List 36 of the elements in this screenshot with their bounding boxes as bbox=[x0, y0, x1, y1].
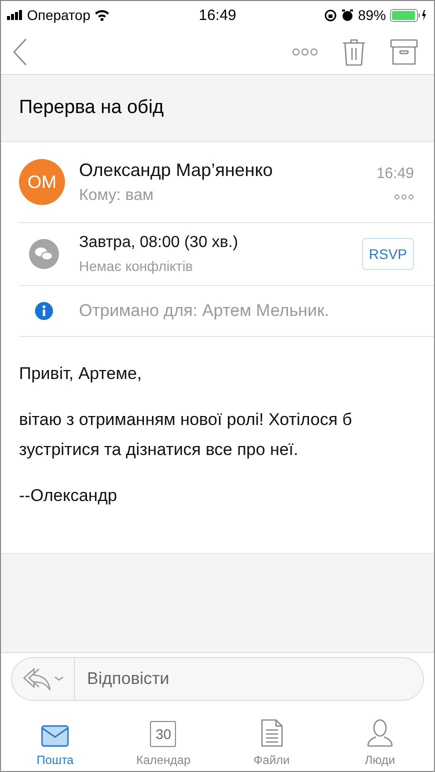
reply-box[interactable]: Відповісти bbox=[11, 657, 424, 701]
tab-bar-item[interactable]: 30 Календар bbox=[109, 705, 218, 771]
email-subject: Перерва на обід bbox=[19, 97, 164, 119]
tab-bar-item[interactable]: Люди bbox=[326, 705, 434, 771]
status-time: 16:49 bbox=[198, 6, 236, 24]
reply-icon[interactable] bbox=[22, 658, 75, 700]
tab-bar-item[interactable]: Пошта bbox=[1, 705, 110, 771]
envelope-icon bbox=[41, 725, 70, 747]
more-icon[interactable] bbox=[394, 194, 414, 200]
meeting-time: Завтра, 08:00 (30 хв.) bbox=[79, 234, 240, 252]
signal-icon bbox=[7, 10, 23, 20]
carrier-name: Оператор bbox=[27, 7, 90, 23]
more-icon[interactable] bbox=[292, 48, 318, 56]
wifi-icon bbox=[94, 9, 110, 21]
calendar-icon: 30 bbox=[150, 721, 176, 747]
rotation-lock-icon bbox=[324, 8, 337, 22]
recipient-line: Кому: вам bbox=[79, 186, 155, 204]
message-time: 16:49 bbox=[376, 164, 414, 182]
trash-icon[interactable] bbox=[342, 38, 366, 66]
body-paragraph: Привіт, Артеме, bbox=[19, 363, 143, 385]
document-icon bbox=[260, 719, 283, 747]
conflict-status: Немає конфліктів bbox=[79, 258, 194, 274]
person-icon bbox=[366, 719, 393, 747]
archive-icon[interactable] bbox=[390, 38, 418, 64]
battery-icon bbox=[390, 8, 428, 22]
sender-avatar: ОМ bbox=[19, 159, 65, 205]
battery-percent: 89% bbox=[358, 7, 386, 23]
body-paragraph: вітаю з отриманням нової ролі! Хотілося б зустрітися та дізнатися все про неї. bbox=[19, 409, 353, 461]
alarm-icon bbox=[340, 8, 354, 22]
tab-bar-item[interactable]: Файли bbox=[218, 705, 326, 771]
body-paragraph: --Олександр bbox=[19, 485, 118, 507]
sender-name: Олександр Мар’яненко bbox=[79, 160, 274, 180]
received-for-note: Отримано для: Артем Мельник. bbox=[79, 301, 330, 321]
back-icon[interactable] bbox=[13, 38, 27, 66]
rsvp-button[interactable]: RSVP bbox=[362, 238, 414, 270]
chat-bubbles-icon bbox=[29, 239, 59, 269]
